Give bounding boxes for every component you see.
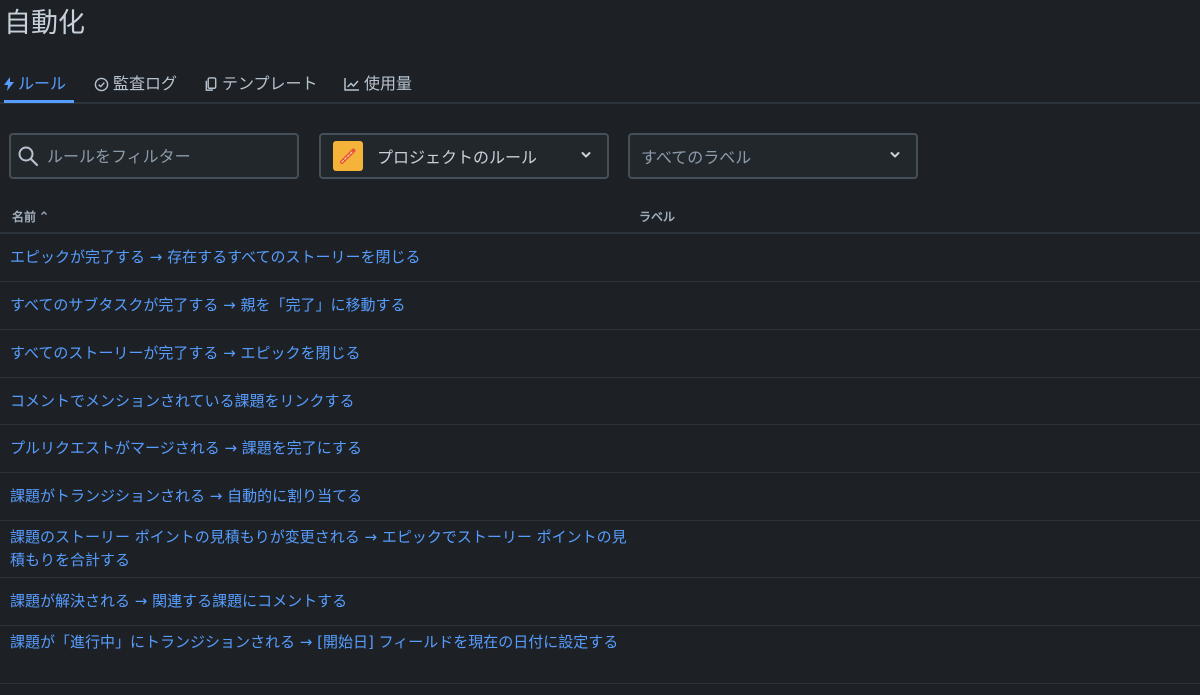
table-row: すべてのサブタスクが完了する → 親を「完了」に移動する — [0, 282, 1200, 330]
table-row: プルリクエストがマージされる → 課題を完了にする — [0, 425, 1200, 473]
tab-usage-label: 使用量 — [364, 74, 413, 93]
rule-link[interactable]: プルリクエストがマージされる → 課題を完了にする — [10, 437, 630, 460]
rule-link[interactable]: コメントでメンションされている課題をリンクする — [10, 390, 630, 413]
tab-templates-label: テンプレート — [222, 74, 318, 93]
table-row: 課題が「進行中」にトランジションされる → [開始日] フィールドを現在の日付に… — [0, 626, 1200, 684]
tab-templates[interactable]: テンプレート — [204, 72, 318, 102]
table-row: 課題が解決される → 関連する課題にコメントする — [0, 578, 1200, 626]
chevron-down-icon — [888, 148, 902, 162]
copy-icon — [204, 72, 218, 96]
search-icon — [17, 145, 39, 167]
tab-audit-log-label: 監査ログ — [113, 74, 178, 93]
tab-audit-log[interactable]: 監査ログ — [94, 72, 177, 102]
rule-link[interactable]: 課題がトランジションされる → 自動的に割り当てる — [10, 485, 630, 508]
tab-usage[interactable]: 使用量 — [344, 72, 412, 102]
label-select[interactable]: すべてのラベル — [628, 133, 918, 179]
rules-table-header: 名前 ラベル — [0, 200, 1200, 234]
rule-filter-field[interactable] — [9, 133, 299, 179]
table-row: すべてのストーリーが完了する → エピックを閉じる — [0, 330, 1200, 378]
chart-icon — [344, 72, 360, 96]
rocket-icon — [340, 148, 356, 164]
chevron-down-icon — [579, 148, 593, 162]
rule-link[interactable]: 課題が解決される → 関連する課題にコメントする — [10, 590, 630, 613]
tab-rules-label: ルール — [18, 74, 67, 93]
tab-bar: ルール 監査ログ テンプレート 使用量 — [0, 64, 1200, 104]
rule-link[interactable]: すべてのサブタスクが完了する → 親を「完了」に移動する — [10, 294, 630, 317]
project-rules-select[interactable]: プロジェクトのルール — [319, 133, 609, 179]
rule-link[interactable]: 課題のストーリー ポイントの見積もりが変更される → エピックでストーリー ポイ… — [10, 526, 630, 572]
table-row: コメントでメンションされている課題をリンクする — [0, 378, 1200, 425]
rule-link[interactable]: エピックが完了する → 存在するすべてのストーリーを閉じる — [10, 246, 630, 269]
table-row: エピックが完了する → 存在するすべてのストーリーを閉じる — [0, 234, 1200, 282]
name-column-label: 名前 — [12, 210, 37, 224]
table-row: 課題のストーリー ポイントの見積もりが変更される → エピックでストーリー ポイ… — [0, 521, 1200, 578]
project-avatar — [333, 141, 363, 171]
tab-rules[interactable]: ルール — [4, 72, 74, 103]
check-circle-icon — [94, 72, 109, 96]
page-title: 自動化 — [4, 8, 85, 39]
rules-table-body: エピックが完了する → 存在するすべてのストーリーを閉じる すべてのサブタスクが… — [0, 234, 1200, 684]
lightning-icon — [4, 72, 14, 96]
sort-up-icon — [41, 211, 48, 215]
rule-link[interactable]: すべてのストーリーが完了する → エピックを閉じる — [10, 342, 630, 365]
project-select-value: プロジェクトのルール — [377, 148, 538, 167]
name-column-header[interactable]: 名前 — [12, 208, 48, 225]
label-select-value: すべてのラベル — [641, 148, 752, 167]
table-row: 課題がトランジションされる → 自動的に割り当てる — [0, 473, 1200, 521]
rule-link[interactable]: 課題が「進行中」にトランジションされる → [開始日] フィールドを現在の日付に… — [10, 631, 630, 654]
label-column-header: ラベル — [639, 210, 676, 224]
rule-filter-input[interactable] — [45, 145, 289, 167]
